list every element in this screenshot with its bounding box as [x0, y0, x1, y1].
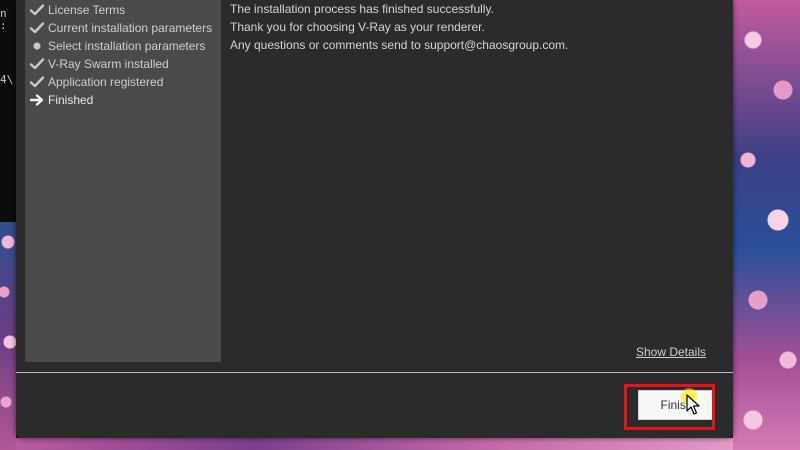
thank-you-message: Thank you for choosing V-Ray as your ren…: [230, 20, 485, 34]
step-label: Select installation parameters: [48, 39, 206, 53]
step-label: Application registered: [48, 75, 164, 89]
footer-divider: [16, 372, 733, 373]
step-label: Current installation parameters: [48, 21, 213, 35]
step-label: Finished: [48, 93, 94, 107]
arrow-right-icon: [29, 92, 45, 108]
show-details-link[interactable]: Show Details: [636, 345, 706, 359]
success-message: The installation process has finished su…: [230, 2, 494, 16]
step-current-installation-parameters: Current installation parameters: [29, 19, 212, 37]
step-application-registered: Application registered: [29, 73, 163, 91]
steps-panel: License Terms Current installation param…: [25, 0, 221, 362]
installer-window: License Terms Current installation param…: [16, 0, 733, 438]
wallpaper-bottom: [16, 438, 733, 450]
content-area: The installation process has finished su…: [230, 0, 725, 362]
step-finished: Finished: [29, 91, 93, 109]
checkmark-icon: [29, 20, 45, 36]
wallpaper-left: [0, 222, 16, 450]
console-window-edge: n : 4\: [0, 0, 16, 450]
finish-button-highlight: [624, 384, 715, 430]
step-label: V-Ray Swarm installed: [48, 57, 169, 71]
step-label: License Terms: [48, 3, 126, 17]
step-vray-swarm-installed: V-Ray Swarm installed: [29, 55, 169, 73]
wallpaper-right: [733, 0, 800, 450]
checkmark-icon: [29, 2, 45, 18]
console-text-line: n :: [0, 7, 7, 32]
checkmark-icon: [29, 56, 45, 72]
bullet-icon: [29, 38, 45, 54]
step-select-installation-parameters: Select installation parameters: [29, 37, 205, 55]
step-license-terms: License Terms: [29, 1, 125, 19]
support-message: Any questions or comments send to suppor…: [230, 38, 569, 52]
console-text-line: 4\: [0, 73, 14, 86]
checkmark-icon: [29, 74, 45, 90]
